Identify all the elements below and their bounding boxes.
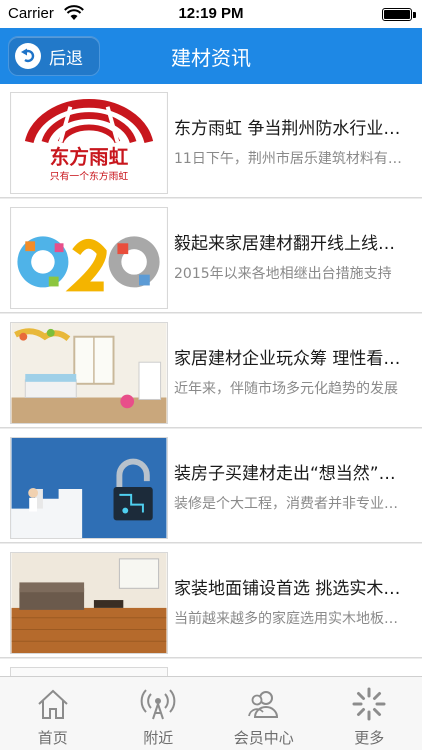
- article-title: 装房子买建材走出“想当然”误区: [174, 464, 410, 484]
- logo-slogan: 只有一个东方雨虹: [50, 169, 129, 182]
- painting-padlock-image: [11, 438, 167, 538]
- o2o-collage-image: O2O: [11, 208, 167, 308]
- logo-text: 东方雨虹: [50, 146, 129, 169]
- article-item[interactable]: 东方雨虹 只有一个东方雨虹 东方雨虹 争当荆州防水行业领导者 11日下午，荆州市…: [0, 84, 422, 198]
- article-summary: 装修是个大工程，消费者并非专业人士: [174, 496, 406, 512]
- tab-members[interactable]: 会员中心: [211, 677, 317, 750]
- article-title: 毅起来家居建材翻开线上线下新篇章: [174, 234, 410, 254]
- article-item[interactable]: 家居建材企业玩众筹 理性看待新模式 近年来，伴随市场多元化趋势的发展: [0, 314, 422, 428]
- collage-text: O2O: [80, 297, 97, 306]
- article-summary: 近年来，伴随市场多元化趋势的发展: [174, 381, 398, 397]
- tab-label: 附近: [143, 729, 174, 747]
- article-list: 东方雨虹 只有一个东方雨虹 东方雨虹 争当荆州防水行业领导者 11日下午，荆州市…: [0, 84, 422, 676]
- home-icon: [38, 689, 68, 719]
- members-icon: [247, 691, 278, 718]
- tab-home[interactable]: 首页: [0, 677, 106, 750]
- article-thumbnail: [10, 322, 168, 424]
- tab-bar: 首页 附近 会员中心 更多: [0, 676, 422, 750]
- wood-floor-living-room-photo: [11, 553, 167, 653]
- article-title: 家居建材企业玩众筹 理性看待新模式: [174, 349, 410, 369]
- clock: 12:19 PM: [178, 5, 244, 22]
- article-thumbnail: O2O: [10, 207, 168, 309]
- article-thumbnail: [10, 552, 168, 654]
- article-item[interactable]: 家装地面铺设首选 挑选实木地板技巧 当前越来越多的家庭选用实木地板铺设: [0, 544, 422, 658]
- oriental-yuhong-logo-image: 东方雨虹 只有一个东方雨虹: [11, 93, 167, 193]
- page-title: 建材资讯: [171, 46, 251, 70]
- article-item[interactable]: 装房子买建材走出“想当然”误区 装修是个大工程，消费者并非专业人士: [0, 429, 422, 543]
- article-thumbnail: [10, 437, 168, 539]
- battery-tip: [413, 12, 416, 18]
- tab-label: 会员中心: [233, 729, 294, 747]
- nearby-icon: [140, 689, 176, 720]
- tab-more[interactable]: 更多: [317, 677, 422, 750]
- tab-nearby[interactable]: 附近: [106, 677, 212, 750]
- article-item[interactable]: O2O 毅起来家居建材翻开线上线下新篇章 2015年以来各地相继出台措施支持: [0, 199, 422, 313]
- article-title: 家装地面铺设首选 挑选实木地板技巧: [174, 579, 410, 599]
- article-thumbnail: [10, 667, 168, 676]
- article-title: 东方雨虹 争当荆州防水行业领导者: [174, 119, 410, 139]
- article-summary: 11日下午，荆州市居乐建筑材料有限公司: [174, 151, 406, 167]
- tab-label: 更多: [354, 729, 385, 747]
- article-item-partial[interactable]: [0, 659, 422, 676]
- article-summary: 当前越来越多的家庭选用实木地板铺设: [174, 611, 406, 627]
- kids-room-photo: [11, 323, 167, 423]
- more-icon: [352, 687, 386, 721]
- status-bar: Carrier 12:19 PM: [0, 0, 422, 28]
- article-thumbnail: 东方雨虹 只有一个东方雨虹: [10, 92, 168, 194]
- navigation-bar: 后退 建材资讯: [0, 28, 422, 84]
- battery-icon: [382, 8, 412, 21]
- tab-label: 首页: [37, 729, 68, 747]
- article-summary: 2015年以来各地相继出台措施支持: [174, 266, 392, 282]
